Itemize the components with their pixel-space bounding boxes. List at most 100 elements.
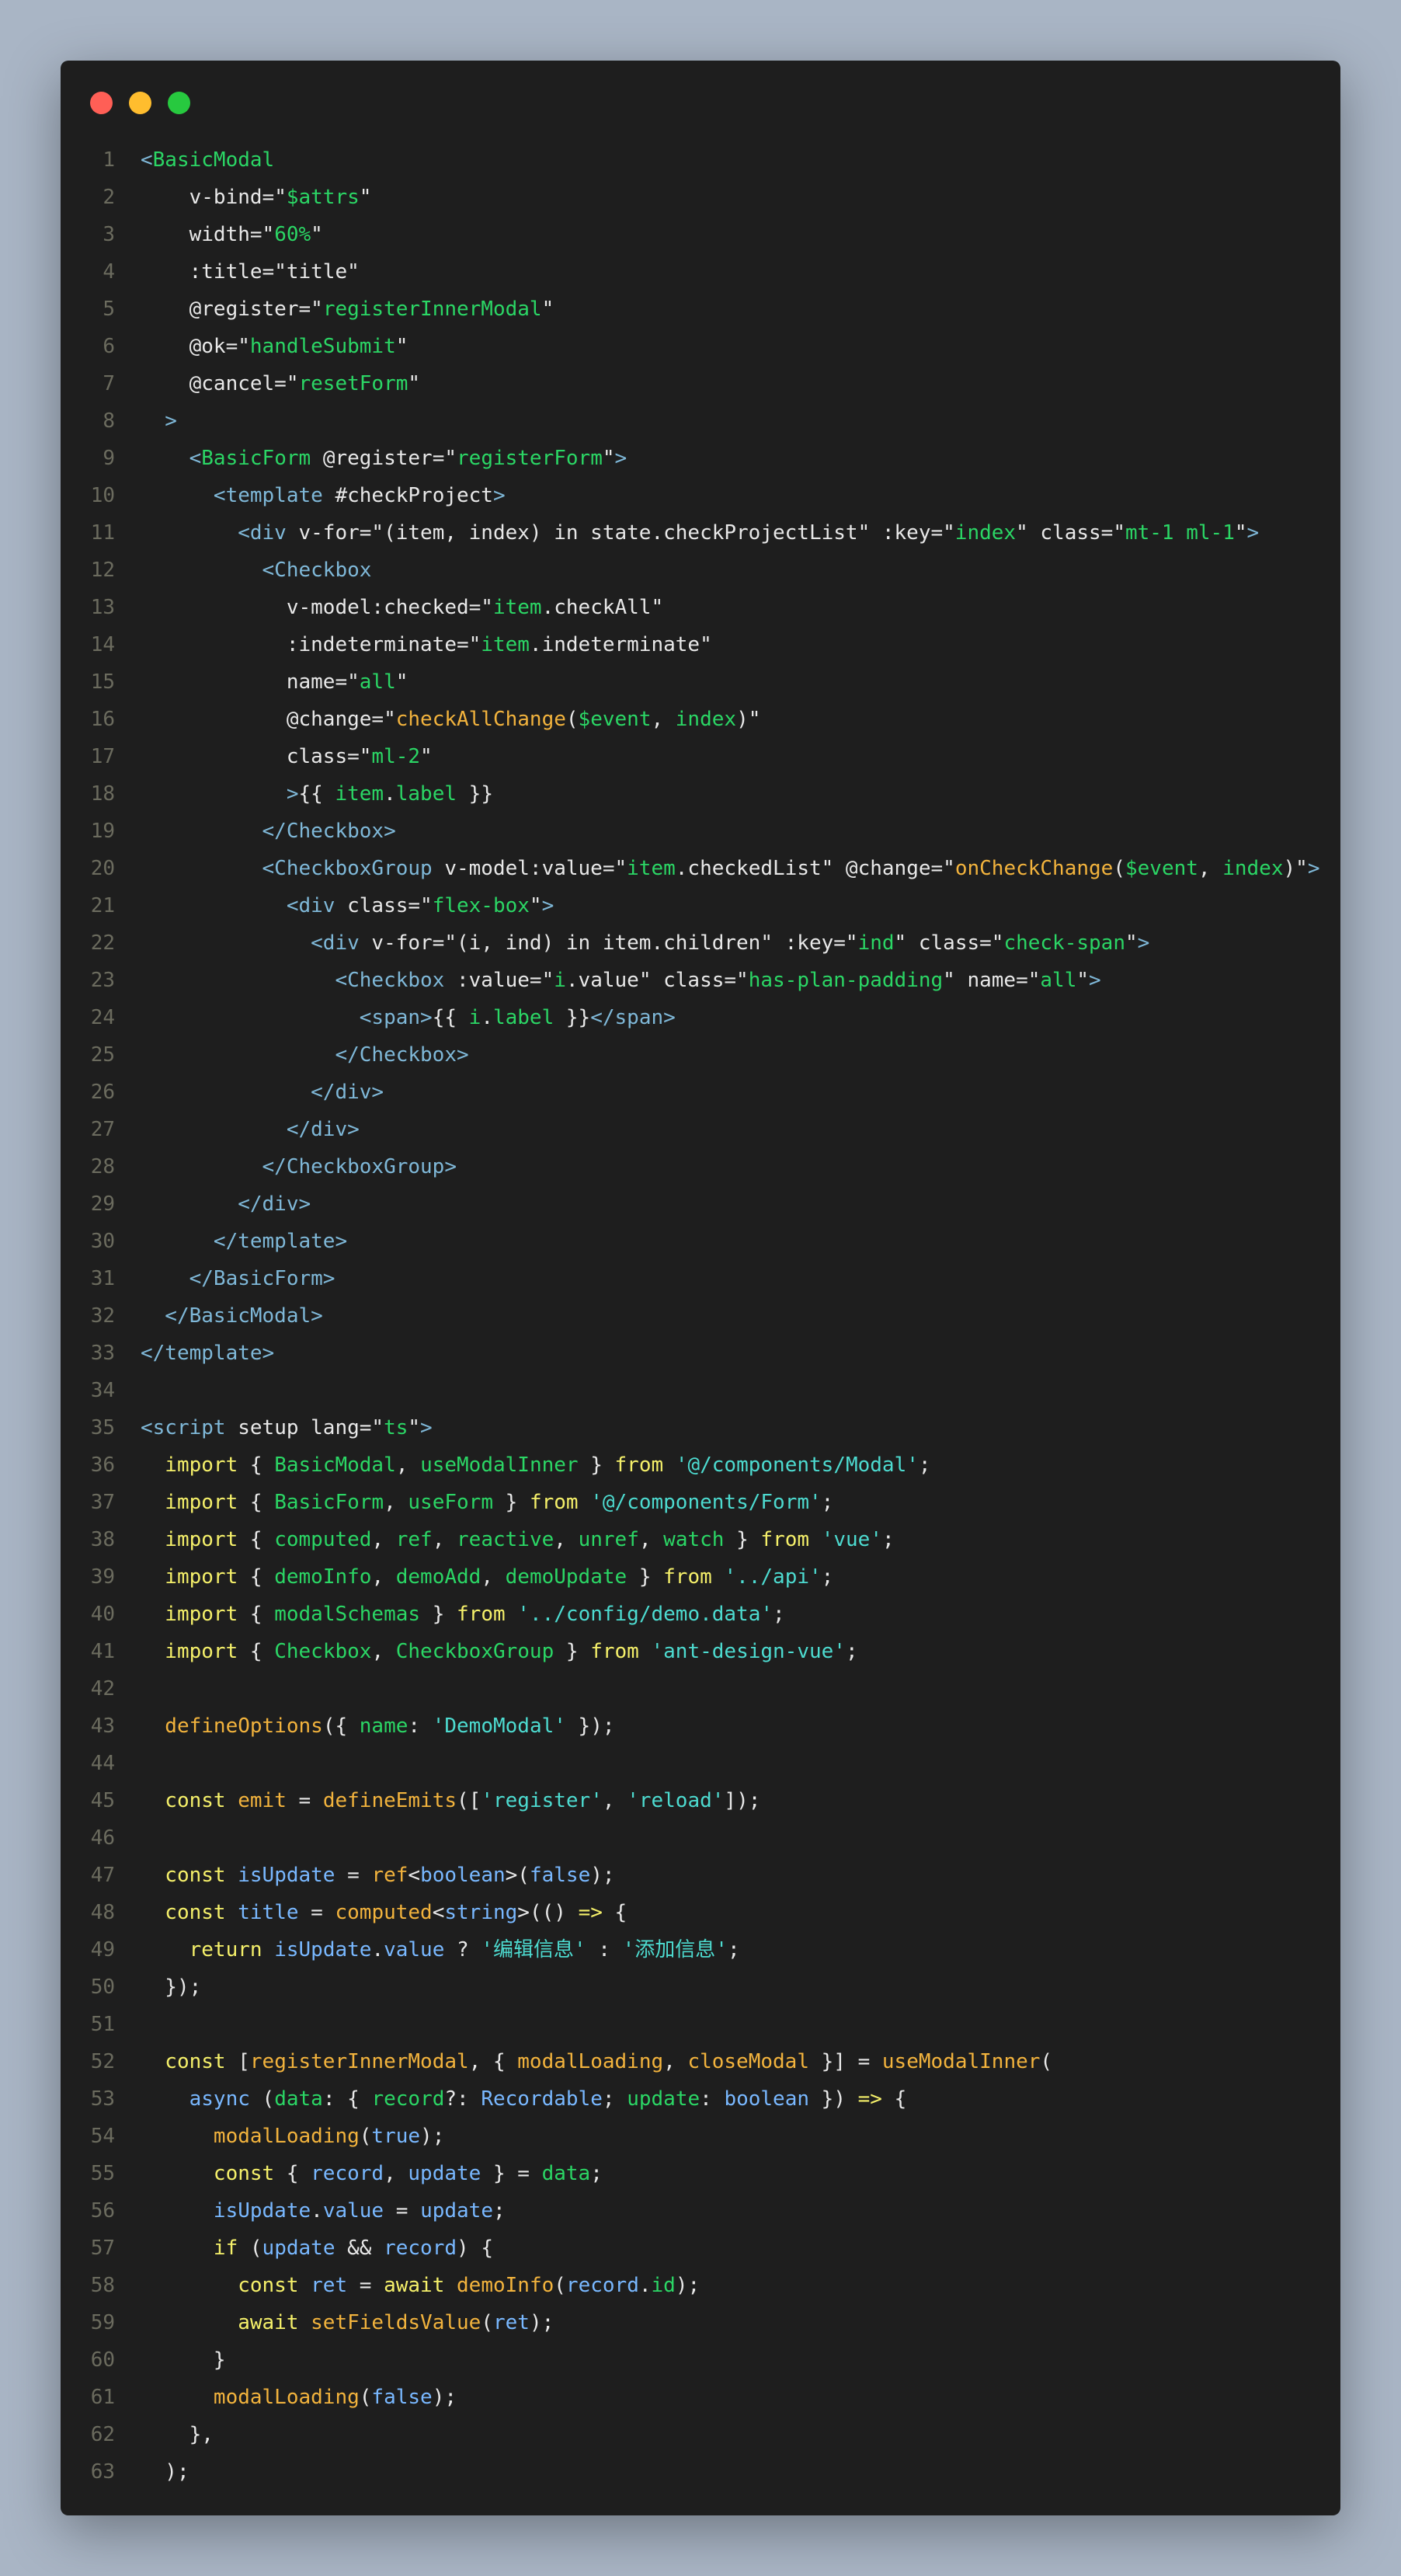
code-token: ( (554, 2274, 566, 2297)
line-number: 58 (90, 2274, 115, 2297)
code-text: width="60%" (141, 216, 323, 253)
code-line: 18 >{{ item.label }} (61, 775, 1340, 813)
code-token: </BasicModal> (141, 1304, 323, 1328)
code-token: const (141, 2050, 226, 2073)
line-number: 22 (90, 931, 115, 955)
code-token: " (371, 1416, 384, 1439)
code-text: <span>{{ i.label }}</span> (141, 999, 676, 1036)
code-token: checkAllChange (395, 708, 566, 731)
code-text: class="ml-2" (141, 738, 433, 775)
code-token: " (444, 447, 457, 470)
line-number: 28 (90, 1155, 115, 1178)
code-line: 23 <Checkbox :value="i.value" class="has… (61, 962, 1340, 999)
code-token: async (141, 2087, 250, 2111)
code-token: width= (141, 223, 262, 246)
code-token: onCheckChange (954, 857, 1114, 880)
code-token: { (238, 1453, 275, 1477)
code-token: " (286, 372, 299, 395)
code-token: <div (141, 894, 335, 917)
code-token: ; (918, 1453, 931, 1477)
code-text: const { record, update } = data; (141, 2155, 603, 2192)
code-token: <template (141, 484, 323, 507)
code-token: ); (590, 1864, 615, 1887)
code-token: ts (384, 1416, 408, 1439)
code-token: from (529, 1491, 579, 1514)
line-number: 33 (90, 1342, 115, 1365)
code-text: name="all" (141, 663, 408, 701)
code-token: registerForm (457, 447, 603, 470)
maximize-button[interactable] (168, 92, 190, 114)
code-token: " (274, 260, 287, 284)
line-number: 16 (90, 708, 115, 731)
code-token: > (1246, 521, 1260, 545)
close-button[interactable] (90, 92, 113, 114)
code-token: ; (602, 2087, 627, 2111)
code-token: index (1222, 857, 1284, 880)
code-token: , (384, 1491, 408, 1514)
code-editor[interactable]: 1 <BasicModal 2 v-bind="$attrs" 3 width="60… (61, 141, 1340, 2491)
code-token: " (395, 670, 408, 694)
code-token: . (371, 1938, 384, 1962)
code-line: 30 </template> (61, 1223, 1340, 1260)
code-token: <div (141, 931, 360, 955)
code-token: " (444, 931, 457, 955)
line-number: 31 (90, 1267, 115, 1290)
code-line: 51 (61, 2006, 1340, 2043)
code-token: " (638, 969, 652, 992)
line-number: 62 (90, 2423, 115, 2446)
code-token: setup lang= (225, 1416, 372, 1439)
code-token: ; (590, 2162, 603, 2185)
code-token: 'reload' (627, 1789, 725, 1812)
code-token: } (724, 1528, 761, 1551)
code-line: 33 </template> (61, 1335, 1340, 1372)
code-text: await setFieldsValue(ret); (141, 2304, 554, 2341)
code-token: v-for= (359, 931, 445, 955)
code-line: 39 import { demoInfo, demoAdd, demoUpdat… (61, 1558, 1340, 1596)
code-token: @register= (141, 298, 311, 321)
code-token: label (492, 1006, 554, 1029)
code-token: :indeterminate= (141, 633, 469, 656)
line-number: 27 (90, 1118, 115, 1141)
code-token: " (384, 708, 396, 731)
line-number: 19 (90, 820, 115, 843)
code-token: isUpdate (274, 1938, 372, 1962)
line-number: 56 (90, 2199, 115, 2223)
line-number: 45 (90, 1789, 115, 1812)
code-token: index (954, 521, 1017, 545)
code-token: @cancel= (141, 372, 287, 395)
minimize-button[interactable] (129, 92, 151, 114)
code-token: " (991, 931, 1004, 955)
code-token: . (481, 1006, 493, 1029)
code-line: 11 <div v-for="(item, index) in state.ch… (61, 514, 1340, 552)
code-token: computed (274, 1528, 372, 1551)
code-token: " (700, 633, 712, 656)
code-line: 20 <CheckboxGroup v-model:value="item.ch… (61, 850, 1340, 887)
code-token: }] = (808, 2050, 882, 2073)
code-token: from (663, 1565, 712, 1589)
line-number: 20 (90, 857, 115, 880)
code-token: </div> (141, 1118, 360, 1141)
code-line: 17 class="ml-2" (61, 738, 1340, 775)
code-line: 32 </BasicModal> (61, 1297, 1340, 1335)
code-token: BasicModal (274, 1453, 396, 1477)
code-token: " (274, 186, 287, 209)
line-number: 39 (90, 1565, 115, 1589)
code-token: import (141, 1565, 238, 1589)
code-token: $attrs (286, 186, 360, 209)
code-line: 13 v-model:checked="item.checkAll" (61, 589, 1340, 626)
code-text: <div class="flex-box"> (141, 887, 554, 924)
code-text: modalLoading(true); (141, 2118, 444, 2155)
code-token: name (359, 1714, 408, 1738)
code-text: </div> (141, 1185, 311, 1223)
code-token: , (554, 1528, 579, 1551)
code-token: , (371, 1640, 396, 1663)
code-text: :indeterminate="item.indeterminate" (141, 626, 712, 663)
code-token: ret (492, 2311, 530, 2334)
code-text: <div v-for="(i, ind) in item.children" :… (141, 924, 1149, 962)
code-text: const ret = await demoInfo(record.id); (141, 2267, 700, 2304)
code-token: ); (420, 2125, 445, 2148)
line-number: 37 (90, 1491, 115, 1514)
code-line: 43 defineOptions({ name: 'DemoModal' }); (61, 1707, 1340, 1745)
code-text: const title = computed<string>(() => { (141, 1894, 627, 1931)
